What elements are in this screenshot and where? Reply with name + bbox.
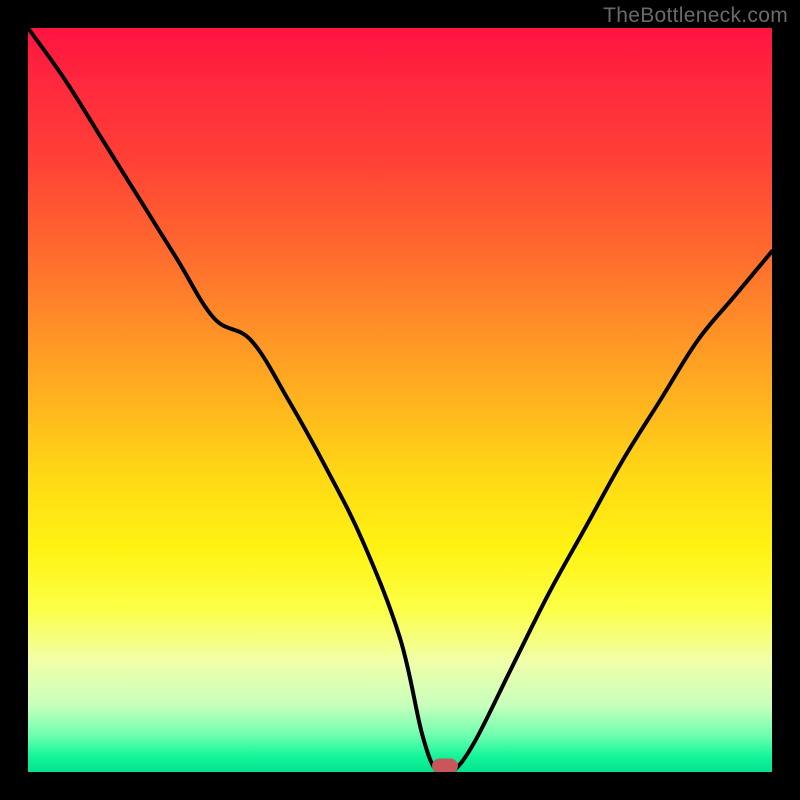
- optimal-marker: [432, 759, 458, 773]
- chart-frame: TheBottleneck.com: [0, 0, 800, 800]
- plot-area: [28, 28, 772, 772]
- bottleneck-curve: [28, 28, 772, 772]
- watermark-text: TheBottleneck.com: [603, 4, 788, 28]
